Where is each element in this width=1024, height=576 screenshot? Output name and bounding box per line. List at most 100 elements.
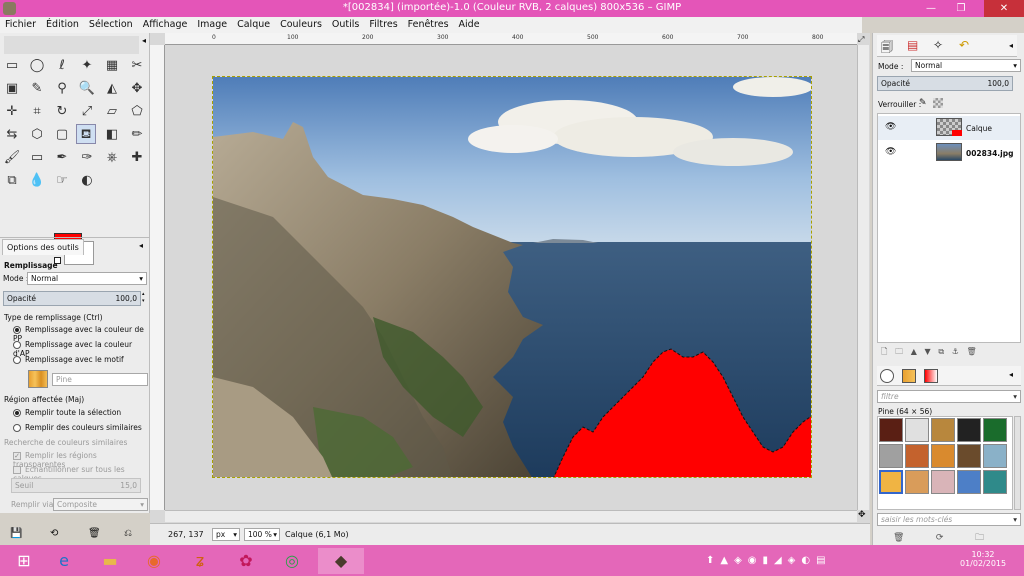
- menu-filtres[interactable]: Filtres: [364, 17, 402, 30]
- horizontal-ruler[interactable]: 0 100 200 300 400 500 600 700 800: [165, 33, 857, 45]
- region-option-selection[interactable]: Remplir toute la sélection: [13, 408, 121, 417]
- crop-icon[interactable]: ⌗: [27, 102, 47, 122]
- ellipse-select-icon[interactable]: ◯: [27, 56, 47, 76]
- tab-patterns[interactable]: [902, 369, 916, 383]
- pattern-swatch[interactable]: [983, 418, 1007, 442]
- new-group-icon[interactable]: 🗀: [895, 347, 903, 356]
- foreground-select-icon[interactable]: ▣: [2, 79, 22, 99]
- tab-undo[interactable]: ↶: [959, 38, 969, 52]
- tab-menu-icon[interactable]: ◂: [1009, 370, 1013, 379]
- blend-icon[interactable]: ◧: [102, 125, 122, 145]
- perspective-icon[interactable]: ⬠: [127, 102, 147, 122]
- tab-channels[interactable]: ▤: [907, 38, 918, 52]
- unit-select[interactable]: px ▾: [212, 528, 240, 541]
- eye-icon[interactable]: 👁: [885, 147, 896, 157]
- image-canvas[interactable]: [212, 76, 812, 478]
- layer-mode-select[interactable]: Normal ▾: [911, 59, 1021, 72]
- airbrush-icon[interactable]: ✒: [52, 148, 72, 168]
- paintbrush-icon[interactable]: 🖌: [2, 148, 22, 168]
- eye-icon[interactable]: 👁: [885, 122, 896, 132]
- ink-icon[interactable]: ✑: [77, 148, 97, 168]
- layer-name[interactable]: 002834.jpg: [966, 149, 1013, 158]
- lower-layer-icon[interactable]: ▼: [925, 347, 931, 356]
- scissors-select-icon[interactable]: ✂: [127, 56, 147, 76]
- opacity-slider[interactable]: Opacité 100,0: [3, 291, 141, 306]
- clock[interactable]: 10:32 01/02/2015: [960, 550, 1006, 568]
- blur-icon[interactable]: 💧: [27, 171, 47, 191]
- app-4-icon[interactable]: ʑ: [180, 548, 220, 574]
- anchor-layer-icon[interactable]: ⚓: [952, 347, 959, 356]
- tab-menu-icon[interactable]: ◂: [139, 241, 143, 250]
- heal-icon[interactable]: ✚: [127, 148, 147, 168]
- lock-alpha-icon[interactable]: [933, 98, 943, 108]
- windows-start-icon[interactable]: ⊞: [4, 548, 44, 574]
- layer-row[interactable]: 👁 002834.jpg: [878, 141, 1020, 165]
- perspective-clone-icon[interactable]: ⧉: [2, 171, 22, 191]
- layer-opacity-slider[interactable]: Opacité 100,0: [877, 76, 1013, 91]
- smudge-icon[interactable]: ☞: [52, 171, 72, 191]
- horizontal-scrollbar[interactable]: [165, 510, 857, 522]
- minimize-button[interactable]: —: [918, 0, 944, 17]
- raise-layer-icon[interactable]: ▲: [911, 347, 917, 356]
- duplicate-layer-icon[interactable]: ⧉: [938, 347, 944, 356]
- cage-icon[interactable]: ⬡: [27, 125, 47, 145]
- pattern-tags-input[interactable]: saisir les mots-clés ▾: [877, 513, 1021, 526]
- menu-outils[interactable]: Outils: [327, 17, 364, 30]
- fuzzy-select-icon[interactable]: ✦: [77, 56, 97, 76]
- navigate-icon[interactable]: ✥: [858, 510, 866, 520]
- delete-options-icon[interactable]: 🗑: [88, 528, 101, 539]
- layer-name[interactable]: Calque: [966, 124, 992, 133]
- pattern-swatch[interactable]: [931, 444, 955, 468]
- menu-fenetres[interactable]: Fenêtres: [403, 17, 454, 30]
- vertical-ruler[interactable]: [150, 45, 165, 510]
- close-button[interactable]: ✕: [984, 0, 1024, 17]
- tab-tool-options[interactable]: Options des outils: [2, 239, 84, 255]
- pattern-swatch[interactable]: [905, 444, 929, 468]
- region-option-similar[interactable]: Remplir des couleurs similaires: [13, 423, 142, 432]
- save-options-icon[interactable]: 💾: [10, 528, 22, 539]
- open-pattern-icon[interactable]: 🗀: [975, 533, 984, 543]
- menu-aide[interactable]: Aide: [454, 17, 485, 30]
- menu-image[interactable]: Image: [192, 17, 232, 30]
- pattern-scrollbar[interactable]: [1014, 416, 1021, 510]
- pattern-swatch[interactable]: [931, 470, 955, 494]
- paths-icon[interactable]: ✎: [27, 79, 47, 99]
- color-picker-icon[interactable]: ⚲: [52, 79, 72, 99]
- menu-affichage[interactable]: Affichage: [138, 17, 193, 30]
- pattern-swatch[interactable]: [931, 418, 955, 442]
- chrome-icon[interactable]: ◎: [272, 548, 312, 574]
- pattern-filter-input[interactable]: filtre ▾: [877, 390, 1021, 403]
- pencil-icon[interactable]: ✏: [127, 125, 147, 145]
- zoom-icon[interactable]: 🔍: [77, 79, 97, 99]
- pattern-swatch[interactable]: [957, 418, 981, 442]
- tab-layers[interactable]: 🗐: [881, 38, 893, 59]
- dodge-burn-icon[interactable]: ◐: [77, 171, 97, 191]
- pattern-swatch[interactable]: [983, 470, 1007, 494]
- eraser-icon[interactable]: ▭: [27, 148, 47, 168]
- flip-icon[interactable]: ⇆: [2, 125, 22, 145]
- mode-select[interactable]: Normal ▾: [27, 272, 147, 285]
- lock-pixels-icon[interactable]: ✎: [919, 98, 927, 108]
- menu-calque[interactable]: Calque: [232, 17, 275, 30]
- opacity-spin-icon[interactable]: ▴ ▾: [142, 291, 148, 306]
- free-select-icon[interactable]: ℓ: [52, 56, 72, 76]
- internet-explorer-icon[interactable]: e: [44, 548, 84, 574]
- pattern-swatch[interactable]: [983, 444, 1007, 468]
- toolbox-menu-icon[interactable]: ◂: [142, 36, 146, 45]
- pattern-preview[interactable]: [28, 370, 48, 388]
- bucket-fill-icon[interactable]: ⛾: [76, 124, 96, 144]
- restore-options-icon[interactable]: ⟲: [50, 528, 58, 539]
- menu-selection[interactable]: Sélection: [84, 17, 138, 30]
- pattern-swatch[interactable]: [905, 470, 929, 494]
- unified-transform-icon[interactable]: ▢: [52, 125, 72, 145]
- pattern-swatch[interactable]: [879, 444, 903, 468]
- reset-options-icon[interactable]: ⎌: [124, 528, 132, 539]
- fill-option-pattern[interactable]: Remplissage avec le motif: [13, 355, 124, 364]
- menu-couleurs[interactable]: Couleurs: [275, 17, 327, 30]
- app-5-icon[interactable]: ✿: [226, 548, 266, 574]
- scale-icon[interactable]: ⤢: [77, 102, 97, 122]
- tab-brushes[interactable]: [880, 369, 894, 383]
- pattern-swatch-selected[interactable]: [879, 470, 903, 494]
- move-icon[interactable]: ✥: [127, 79, 147, 99]
- restore-button[interactable]: ❐: [948, 0, 974, 17]
